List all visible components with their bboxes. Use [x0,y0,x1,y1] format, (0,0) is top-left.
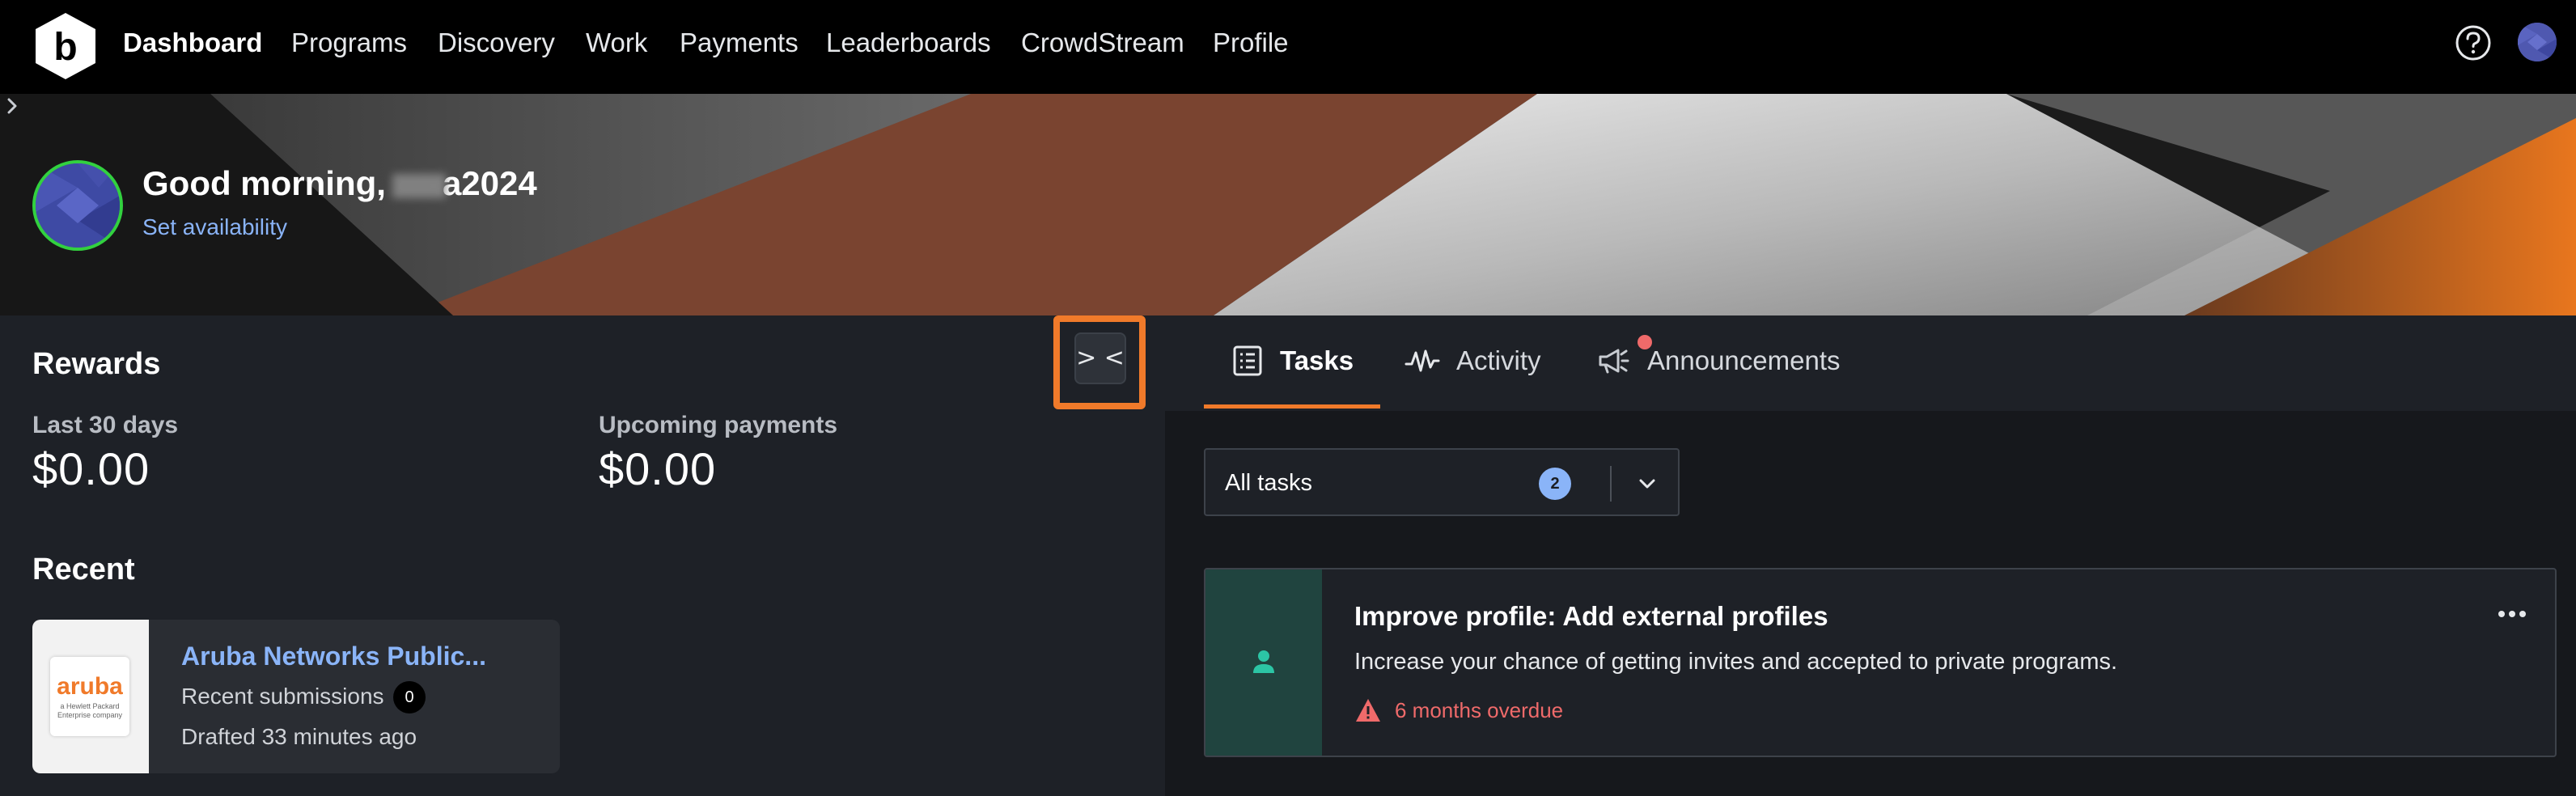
tab-bar: Tasks Activity Announcements [1165,315,2576,411]
chevron-right-icon[interactable] [0,94,24,118]
active-tab-underline [1204,404,1380,409]
top-nav: b Dashboard Programs Discovery Work Paym… [0,0,2576,94]
set-availability-link[interactable]: Set availability [142,214,287,241]
upcoming-payments-label: Upcoming payments [599,412,838,438]
svg-text:b: b [53,26,77,69]
nav-programs[interactable]: Programs [291,27,407,59]
recent-heading: Recent [32,553,135,586]
filter-selected-value: All tasks [1225,470,1312,496]
upcoming-payments-value: $0.00 [599,443,717,494]
user-avatar[interactable] [2518,23,2557,61]
profile-avatar[interactable] [32,160,123,251]
nav-crowdstream[interactable]: CrowdStream [1021,27,1184,59]
program-thumbnail: aruba a Hewlett Packard Enterprise compa… [32,620,149,773]
task-type-strip [1205,569,1322,756]
tab-announcements[interactable]: Announcements [1647,345,1841,377]
filter-divider [1610,466,1612,502]
program-name-link[interactable]: Aruba Networks Public... [181,641,486,671]
logo-subtitle: a Hewlett Packard Enterprise company [57,702,123,719]
rewards-panel: Rewards Last 30 days $0.00 Upcoming paym… [0,315,1165,796]
hero-banner: Good morning, a2024 Set availability [0,94,2576,315]
task-description: Increase your chance of getting invites … [1354,649,2118,675]
pulse-icon [1405,349,1440,372]
help-icon[interactable] [2455,24,2492,61]
nav-discovery[interactable]: Discovery [438,27,555,59]
recent-program-card[interactable]: aruba a Hewlett Packard Enterprise compa… [32,620,560,773]
task-card[interactable]: Improve profile: Add external profiles I… [1204,568,2557,757]
last-30-days-value: $0.00 [32,443,150,494]
nav-work[interactable]: Work [586,27,647,59]
task-filter-select[interactable]: All tasks 2 [1204,448,1680,516]
hero-background [0,94,2576,315]
collapse-icon: > < [1076,344,1125,372]
megaphone-icon [1599,349,1629,374]
redacted-username [392,173,446,198]
filter-count-badge: 2 [1539,468,1571,500]
nav-payments[interactable]: Payments [680,27,799,59]
greeting-prefix: Good morning, [142,164,386,202]
bugcrowd-logo-icon[interactable]: b [31,11,100,81]
chevron-down-icon[interactable] [1631,468,1663,500]
person-icon [1253,650,1274,673]
aruba-logo: aruba a Hewlett Packard Enterprise compa… [50,657,129,736]
nav-dashboard[interactable]: Dashboard [123,27,262,59]
last-30-days-label: Last 30 days [32,412,179,438]
list-icon [1233,345,1262,376]
more-options-icon[interactable] [2492,602,2532,626]
nav-leaderboards[interactable]: Leaderboards [826,27,991,59]
collapse-panel-button[interactable]: > < [1074,332,1126,384]
greeting-heading: Good morning, a2024 [142,163,537,204]
tab-tasks[interactable]: Tasks [1280,345,1354,377]
tab-activity[interactable]: Activity [1456,345,1541,377]
recent-submissions-label: Recent submissions [181,684,384,709]
logo-brand: aruba [57,673,123,700]
task-title[interactable]: Improve profile: Add external profiles [1354,600,1828,633]
submissions-count-badge: 0 [393,681,426,713]
drafted-timestamp: Drafted 33 minutes ago [181,724,417,749]
rewards-heading: Rewards [32,347,161,381]
nav-profile[interactable]: Profile [1213,27,1289,59]
task-overdue-status: 6 months overdue [1395,698,1564,722]
warning-icon [1356,699,1380,722]
tasks-panel: Tasks Activity Announcements All tasks 2 [1165,315,2576,796]
greeting-username: a2024 [442,164,537,202]
